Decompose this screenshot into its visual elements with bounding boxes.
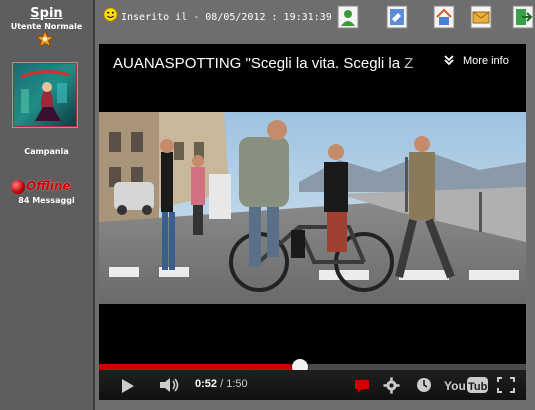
smiley-icon — [103, 7, 118, 22]
rank-star-icon — [36, 30, 54, 48]
more-info-link[interactable]: More info — [463, 55, 509, 67]
captions-icon[interactable] — [354, 378, 370, 394]
watch-later-icon[interactable] — [416, 377, 432, 393]
user-sidebar: Spin Utente Normale Campania Offline 84 … — [0, 0, 95, 410]
play-icon[interactable] — [121, 378, 135, 394]
control-bar: 0:52 / 1:50 You Tube — [99, 370, 526, 400]
video-player[interactable]: AUANASPOTTING "Scegli la vita. Scegli la… — [99, 44, 526, 400]
settings-gear-icon[interactable] — [383, 377, 400, 394]
time-separator: / — [220, 378, 224, 390]
youtube-logo-icon[interactable]: You Tube — [444, 376, 488, 394]
video-frame[interactable] — [99, 112, 526, 304]
volume-icon[interactable] — [159, 377, 181, 393]
time-display: 0:52 / 1:50 — [195, 378, 248, 390]
home-button[interactable] — [433, 5, 455, 29]
email-icon — [470, 5, 492, 29]
avatar — [12, 62, 78, 128]
offline-icon — [11, 180, 25, 194]
home-icon — [433, 5, 455, 29]
post-timestamp: Inserito il - 08/05/2012 : 19:31:39 — [121, 12, 332, 23]
email-button[interactable] — [470, 5, 492, 29]
user-region: Campania — [24, 147, 69, 156]
post-toolbar: Inserito il - 08/05/2012 : 19:31:39 — [99, 0, 535, 38]
profile-button[interactable] — [337, 5, 359, 29]
exit-button[interactable] — [512, 5, 534, 29]
status-label: Offline — [26, 179, 71, 193]
edit-icon — [386, 5, 408, 29]
username-link[interactable]: Spin — [0, 6, 93, 21]
current-time: 0:52 — [195, 378, 218, 390]
more-info-icon[interactable] — [443, 54, 455, 66]
profile-icon — [337, 5, 359, 29]
video-title[interactable]: AUANASPOTTING "Scegli la vita. Scegli la… — [113, 55, 433, 72]
duration: 1:50 — [226, 378, 248, 390]
svg-text:Tube: Tube — [468, 381, 488, 393]
fullscreen-icon[interactable] — [497, 377, 515, 393]
message-count: 84 Messaggi — [18, 196, 75, 205]
exit-icon — [512, 5, 534, 29]
edit-button[interactable] — [386, 5, 408, 29]
svg-text:You: You — [444, 379, 466, 393]
